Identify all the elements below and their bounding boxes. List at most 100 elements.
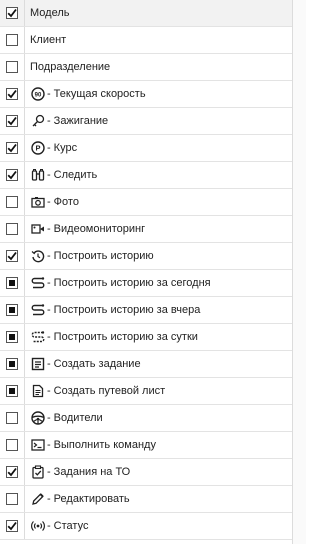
row-label: Построить историю за сутки	[53, 331, 198, 343]
checkbox-unchecked[interactable]	[6, 196, 18, 208]
checkbox-unchecked[interactable]	[6, 493, 18, 505]
checkbox-checked[interactable]	[6, 115, 18, 127]
checkbox-unchecked[interactable]	[6, 223, 18, 235]
checkbox-cell[interactable]	[0, 486, 24, 512]
checkbox-checked[interactable]	[6, 142, 18, 154]
column-row[interactable]: - Построить историю за вчера	[0, 297, 292, 324]
column-row[interactable]: - Зажигание	[0, 108, 292, 135]
checkbox-indeterminate[interactable]	[6, 304, 18, 316]
column-row[interactable]: - Видеомониторинг	[0, 216, 292, 243]
column-row[interactable]: - Построить историю за сутки	[0, 324, 292, 351]
checkbox-unchecked[interactable]	[6, 34, 18, 46]
checkbox-checked[interactable]	[6, 520, 18, 532]
checkbox-indeterminate[interactable]	[6, 277, 18, 289]
column-row[interactable]: - Редактировать	[0, 486, 292, 513]
route-icon	[30, 302, 46, 318]
row-content: - Задания на ТО	[25, 459, 130, 485]
column-row[interactable]: - Следить	[0, 162, 292, 189]
icon-dash: -	[47, 277, 51, 289]
document-icon	[30, 383, 46, 399]
icon-dash: -	[47, 142, 51, 154]
row-content: 90- Текущая скорость	[25, 81, 146, 107]
row-label: Подразделение	[30, 61, 111, 73]
terminal-icon	[30, 437, 46, 453]
row-label: Создать задание	[53, 358, 141, 370]
row-label: Видеомониторинг	[53, 223, 146, 235]
row-content: - Следить	[25, 162, 97, 188]
checkbox-cell[interactable]	[0, 378, 24, 404]
compass-p-icon: P	[30, 140, 46, 156]
row-label: Модель	[30, 7, 70, 19]
icon-dash: -	[47, 412, 51, 424]
row-label: Построить историю за вчера	[53, 304, 201, 316]
icon-dash: -	[47, 358, 51, 370]
checkbox-cell[interactable]	[0, 513, 24, 539]
checkbox-cell[interactable]	[0, 216, 24, 242]
checkbox-unchecked[interactable]	[6, 412, 18, 424]
route-dotted-icon	[30, 329, 46, 345]
checkbox-cell[interactable]	[0, 27, 24, 53]
checkbox-cell[interactable]	[0, 108, 24, 134]
icon-dash: -	[47, 250, 51, 262]
column-row[interactable]: - Создать путевой лист	[0, 378, 292, 405]
row-label: Выполнить команду	[53, 439, 156, 451]
column-row[interactable]: Подразделение	[0, 54, 292, 81]
checkbox-checked[interactable]	[6, 466, 18, 478]
icon-dash: -	[47, 115, 51, 127]
checkbox-cell[interactable]	[0, 324, 24, 350]
checkbox-indeterminate[interactable]	[6, 331, 18, 343]
row-content: - Построить историю за сегодня	[25, 270, 211, 296]
checkbox-cell[interactable]	[0, 135, 24, 161]
row-content: Клиент	[25, 27, 66, 53]
column-row[interactable]: Клиент	[0, 27, 292, 54]
checkbox-cell[interactable]	[0, 459, 24, 485]
checkbox-indeterminate[interactable]	[6, 358, 18, 370]
svg-text:P: P	[35, 144, 40, 153]
column-row[interactable]: - Статус	[0, 513, 292, 540]
checkbox-cell[interactable]	[0, 405, 24, 431]
column-row[interactable]: - Задания на ТО	[0, 459, 292, 486]
row-content: - Выполнить команду	[25, 432, 156, 458]
row-label: Построить историю	[53, 250, 154, 262]
history-icon	[30, 248, 46, 264]
checkbox-cell[interactable]	[0, 270, 24, 296]
column-row[interactable]: 90- Текущая скорость	[0, 81, 292, 108]
checkbox-indeterminate[interactable]	[6, 385, 18, 397]
scrollbar[interactable]	[293, 0, 306, 544]
row-content: - Редактировать	[25, 486, 130, 512]
checkbox-cell[interactable]	[0, 432, 24, 458]
row-label: Статус	[53, 520, 89, 532]
column-row[interactable]: Модель	[0, 0, 292, 27]
checkbox-cell[interactable]	[0, 81, 24, 107]
row-content: - Водители	[25, 405, 103, 431]
icon-dash: -	[47, 331, 51, 343]
checkbox-checked[interactable]	[6, 7, 18, 19]
checkbox-cell[interactable]	[0, 189, 24, 215]
camera-icon	[30, 194, 46, 210]
checkbox-cell[interactable]	[0, 351, 24, 377]
column-row[interactable]: - Водители	[0, 405, 292, 432]
column-row[interactable]: - Фото	[0, 189, 292, 216]
checkbox-cell[interactable]	[0, 297, 24, 323]
checkbox-cell[interactable]	[0, 162, 24, 188]
checkbox-cell[interactable]	[0, 54, 24, 80]
checkbox-checked[interactable]	[6, 250, 18, 262]
column-row[interactable]: - Создать задание	[0, 351, 292, 378]
checkbox-checked[interactable]	[6, 169, 18, 181]
checkbox-checked[interactable]	[6, 88, 18, 100]
row-label: Следить	[53, 169, 98, 181]
column-row[interactable]: P - Курс	[0, 135, 292, 162]
icon-dash: -	[47, 493, 51, 505]
row-content: Подразделение	[25, 54, 110, 80]
checkbox-unchecked[interactable]	[6, 61, 18, 73]
icon-dash: -	[47, 169, 51, 181]
row-content: - Фото	[25, 189, 79, 215]
column-row[interactable]: - Выполнить команду	[0, 432, 292, 459]
checkbox-unchecked[interactable]	[6, 439, 18, 451]
column-row[interactable]: - Построить историю за сегодня	[0, 270, 292, 297]
checkbox-cell[interactable]	[0, 0, 24, 26]
row-content: - Создать путевой лист	[25, 378, 165, 404]
task-icon	[30, 356, 46, 372]
column-row[interactable]: - Построить историю	[0, 243, 292, 270]
checkbox-cell[interactable]	[0, 243, 24, 269]
